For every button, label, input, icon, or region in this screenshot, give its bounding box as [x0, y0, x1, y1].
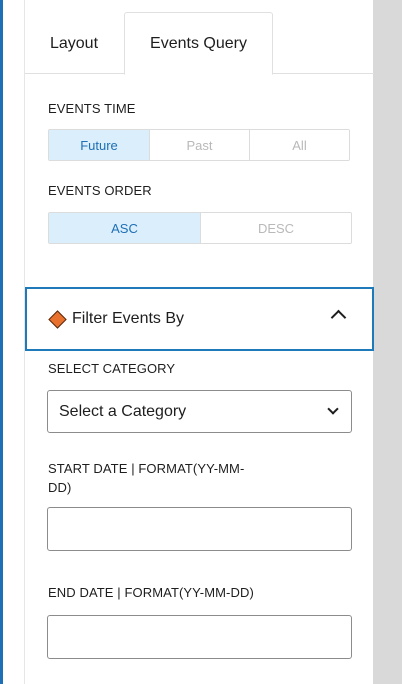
category-select[interactable]: Select a Category — [47, 390, 352, 433]
tab-layout-label: Layout — [49, 34, 99, 52]
filter-events-header[interactable]: Filter Events By — [25, 287, 374, 351]
end-date-label: END DATE | FORMAT(YY-MM-DD) — [48, 585, 254, 600]
events-order-asc-option[interactable]: ASC — [49, 213, 201, 243]
start-date-label-line2: DD) — [48, 480, 72, 495]
chevron-down-icon — [327, 403, 339, 415]
events-time-all-option[interactable]: All — [250, 130, 349, 160]
events-order-toggle: ASC DESC — [48, 212, 352, 244]
select-category-label: SELECT CATEGORY — [48, 361, 176, 376]
chevron-up-icon[interactable] — [330, 309, 347, 326]
tab-events-query-label: Events Query — [150, 34, 247, 52]
events-time-future-option[interactable]: Future — [49, 130, 150, 160]
window-edge-left — [0, 0, 3, 684]
events-order-desc-option[interactable]: DESC — [201, 213, 351, 243]
start-date-input[interactable] — [47, 507, 352, 551]
diamond-icon — [48, 309, 67, 329]
tab-layout[interactable]: Layout — [25, 12, 123, 75]
start-date-label: START DATE | FORMAT(YY-MM- DD) — [48, 459, 244, 497]
tab-events-query[interactable]: Events Query — [124, 12, 273, 75]
scrollbar-track[interactable] — [373, 0, 402, 684]
category-select-value: Select a Category — [59, 402, 187, 420]
events-order-label: EVENTS ORDER — [48, 183, 152, 198]
tab-bar: Layout Events Query — [25, 0, 374, 75]
events-time-toggle: Future Past All — [48, 129, 350, 161]
settings-panel: Layout Events Query EVENTS TIME Future P… — [24, 0, 374, 684]
events-time-label: EVENTS TIME — [48, 101, 136, 116]
events-time-past-option[interactable]: Past — [150, 130, 250, 160]
end-date-input[interactable] — [47, 615, 352, 659]
filter-events-title: Filter Events By — [72, 310, 185, 327]
start-date-label-line1: START DATE | FORMAT(YY-MM- — [48, 461, 245, 476]
